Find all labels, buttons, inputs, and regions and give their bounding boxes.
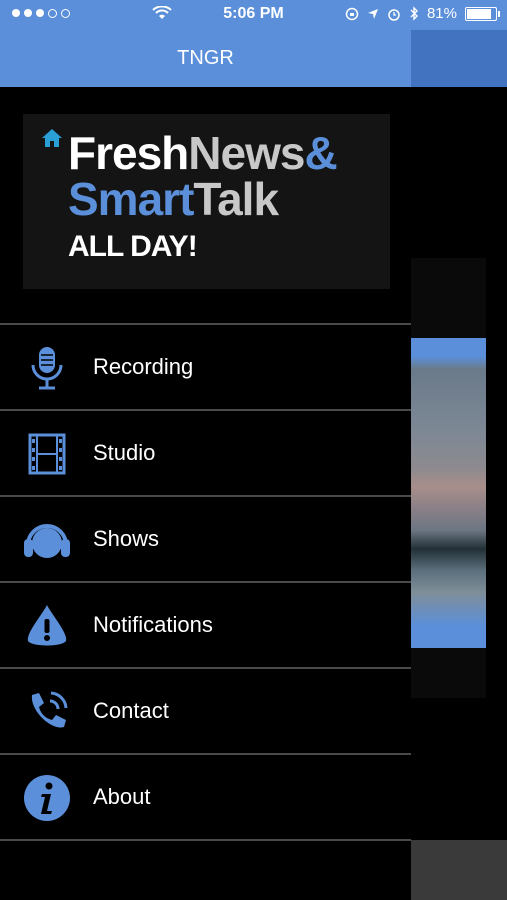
battery-percent: 81% bbox=[426, 5, 457, 22]
menu-label: Shows bbox=[93, 526, 160, 551]
orientation-lock-icon bbox=[345, 7, 359, 20]
location-icon bbox=[367, 8, 378, 19]
headphones-icon bbox=[24, 524, 70, 558]
home-icon[interactable] bbox=[41, 128, 63, 148]
app-logo: FreshNews& SmartTalk ALL DAY! bbox=[23, 114, 390, 289]
menu-item-shows[interactable]: Shows bbox=[0, 495, 411, 581]
logo-line-2: SmartTalk bbox=[68, 173, 279, 225]
nav-header: TNGR bbox=[0, 30, 411, 87]
status-right: 81% bbox=[345, 5, 500, 22]
microphone-icon bbox=[31, 347, 63, 390]
menu-label: Studio bbox=[93, 440, 156, 465]
phone-icon bbox=[31, 691, 68, 728]
app-title: TNGR bbox=[177, 47, 234, 69]
menu-label: About bbox=[93, 784, 151, 809]
side-drawer: FreshNews& SmartTalk ALL DAY! Recording bbox=[0, 87, 411, 900]
battery-icon bbox=[465, 6, 500, 21]
menu-item-contact[interactable]: Contact bbox=[0, 667, 411, 753]
menu-label: Contact bbox=[93, 698, 169, 723]
info-icon bbox=[24, 775, 70, 821]
underlying-image bbox=[411, 338, 486, 648]
alert-icon bbox=[27, 605, 67, 646]
film-strip-icon bbox=[28, 433, 66, 475]
status-bar: 5:06 PM 81% bbox=[0, 0, 507, 30]
menu-label: Notifications bbox=[93, 612, 213, 637]
menu-item-recording[interactable]: Recording bbox=[0, 323, 411, 409]
bluetooth-icon bbox=[410, 6, 418, 21]
menu-label: Recording bbox=[93, 354, 194, 379]
menu-item-studio[interactable]: Studio bbox=[0, 409, 411, 495]
alarm-icon bbox=[388, 8, 400, 21]
logo-line-3: ALL DAY! bbox=[68, 230, 198, 263]
drawer-menu: Recording Studio Shows Notifications Con… bbox=[0, 323, 411, 841]
underlying-header[interactable] bbox=[411, 30, 507, 87]
menu-item-notifications[interactable]: Notifications bbox=[0, 581, 411, 667]
underlying-bottom-bar bbox=[411, 840, 507, 900]
menu-item-about[interactable]: About bbox=[0, 753, 411, 841]
